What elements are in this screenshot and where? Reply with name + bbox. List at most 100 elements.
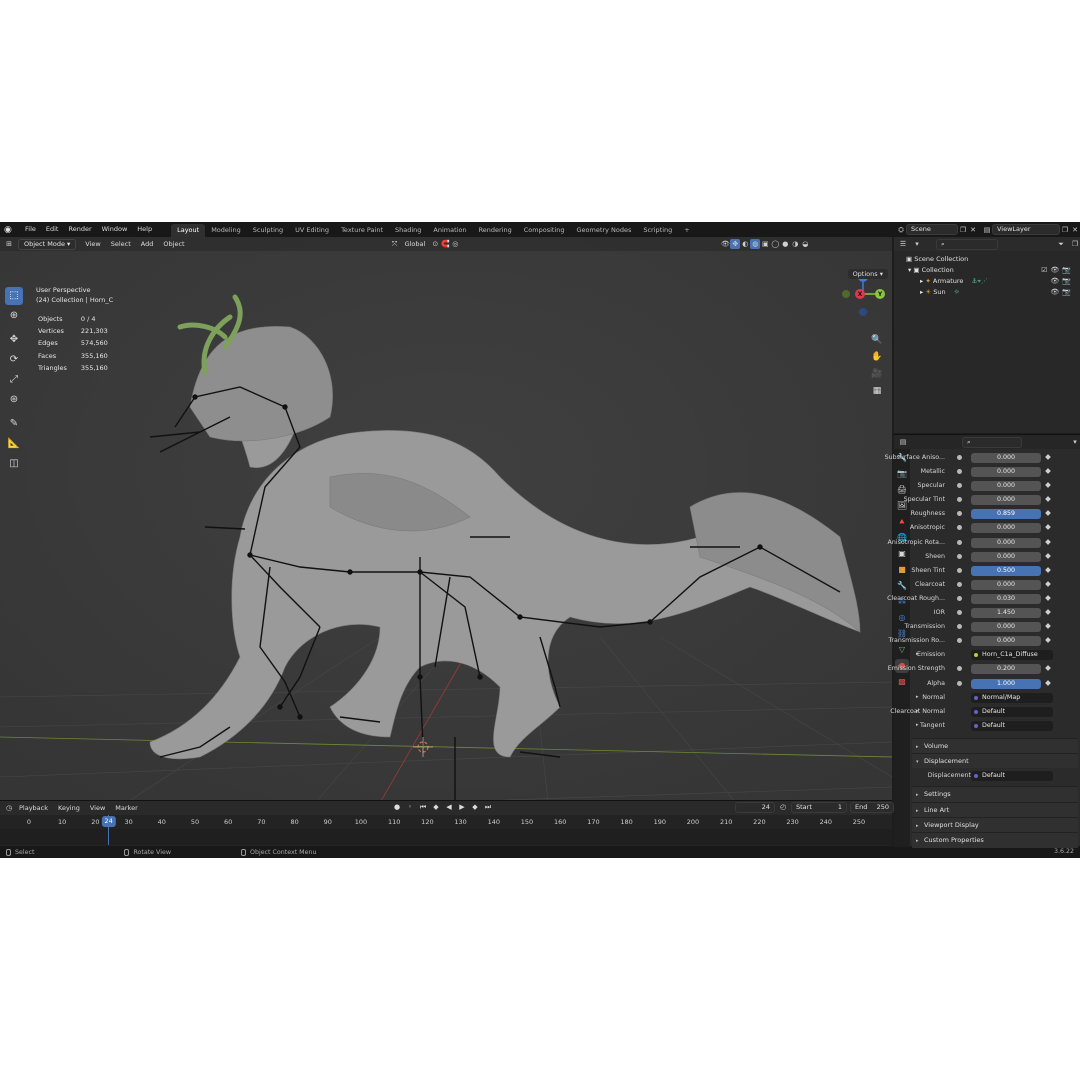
auto-key-icon[interactable]: ◦ bbox=[405, 802, 415, 813]
scene-name-field[interactable]: Scene bbox=[906, 224, 958, 235]
orientation-select[interactable]: Global bbox=[400, 237, 431, 251]
panel-custom-properties[interactable]: ▸ Custom Properties bbox=[912, 832, 1078, 848]
socket-dot-icon[interactable] bbox=[957, 666, 962, 672]
clock-icon[interactable]: ◴ bbox=[778, 802, 788, 812]
tab-scripting[interactable]: Scripting bbox=[637, 224, 678, 237]
prev-key-icon[interactable]: ◆ bbox=[431, 802, 441, 813]
property-value-field[interactable]: 0.030 bbox=[971, 593, 1041, 604]
measure-tool-icon[interactable]: 📐 bbox=[5, 435, 23, 453]
transform-orientation-icon[interactable]: ⤧ bbox=[390, 239, 400, 249]
property-value-field[interactable]: Horn_C1a_Diffuse bbox=[971, 650, 1053, 661]
panel-settings[interactable]: ▸ Settings bbox=[912, 786, 1078, 802]
properties-options-icon[interactable]: ▾ bbox=[1070, 437, 1080, 447]
keyframe-icon[interactable] bbox=[1045, 538, 1051, 545]
property-value-field[interactable]: 0.000 bbox=[971, 636, 1041, 647]
socket-dot-icon[interactable] bbox=[957, 525, 962, 531]
property-value-field[interactable]: 0.500 bbox=[971, 565, 1041, 576]
panel-displacement[interactable]: ▾ Displacement bbox=[912, 753, 1078, 769]
socket-dot-icon[interactable] bbox=[957, 497, 962, 503]
vp-menu-object[interactable]: Object bbox=[158, 237, 189, 251]
options-button[interactable]: Options ▾ bbox=[847, 269, 888, 279]
proportional-edit-icon[interactable]: ◎ bbox=[450, 239, 460, 249]
menu-render[interactable]: Render bbox=[63, 222, 96, 237]
properties-editor[interactable]: ▤ ⌕ ▾ 🔧 📷 🖨 🖼 🔺 🌐 ▣ ■ 🔧 ⁂ ◎ ⛓ ▽ ● ▩ Subs… bbox=[885, 434, 1080, 848]
close-scene-icon[interactable]: ✕ bbox=[968, 225, 978, 235]
gizmo-toggle-icon[interactable]: ✥ bbox=[730, 239, 741, 249]
output-tab-icon[interactable]: 🖨 bbox=[895, 483, 909, 497]
modifier-tab-icon[interactable]: 🔧 bbox=[895, 579, 909, 593]
tab-rendering[interactable]: Rendering bbox=[473, 224, 518, 237]
socket-dot-icon[interactable] bbox=[957, 539, 962, 545]
copy-layer-icon[interactable]: ❐ bbox=[1060, 225, 1070, 235]
outliner[interactable]: ☰ ▾ ⌕ ⏷ ❐ ▣ Scene Collection ▾ ▣ Collect… bbox=[894, 237, 1080, 433]
scene-collection-row[interactable]: ▣ Scene Collection bbox=[894, 254, 1080, 265]
timeline-editor-icon[interactable]: ◷ bbox=[4, 803, 14, 813]
keyframe-icon[interactable] bbox=[1045, 482, 1051, 489]
keyframe-icon[interactable] bbox=[1045, 581, 1051, 587]
timeline-track[interactable] bbox=[0, 815, 892, 845]
property-value-field[interactable]: 0.200 bbox=[971, 664, 1041, 675]
property-value-field[interactable]: 0.000 bbox=[971, 453, 1041, 463]
panel-line-art[interactable]: ▸ Line Art bbox=[912, 801, 1078, 818]
rendered-shading-icon[interactable]: ◒ bbox=[800, 239, 810, 249]
property-value-field[interactable]: 0.000 bbox=[971, 579, 1041, 590]
socket-dot-icon[interactable] bbox=[957, 483, 962, 489]
property-value-field[interactable]: 0.000 bbox=[971, 481, 1041, 492]
vp-menu-select[interactable]: Select bbox=[106, 237, 136, 251]
copy-scene-icon[interactable]: ❐ bbox=[958, 225, 968, 235]
property-value-field[interactable]: Default bbox=[971, 720, 1053, 731]
record-icon[interactable]: ● bbox=[392, 802, 402, 813]
close-layer-icon[interactable]: ✕ bbox=[1070, 225, 1080, 235]
properties-editor-icon[interactable]: ▤ bbox=[898, 437, 908, 447]
play-icon[interactable]: ▶ bbox=[457, 802, 467, 813]
jump-end-icon[interactable]: ⏭ bbox=[483, 802, 493, 813]
socket-dot-icon[interactable] bbox=[957, 680, 962, 686]
property-value-field[interactable]: 0.000 bbox=[971, 551, 1041, 562]
keyframe-icon[interactable] bbox=[1045, 623, 1051, 629]
tab-uv-editing[interactable]: UV Editing bbox=[289, 224, 335, 237]
current-frame-field[interactable]: 24 bbox=[735, 802, 775, 813]
menu-window[interactable]: Window bbox=[97, 222, 133, 237]
expand-arrow-icon[interactable]: ▸ bbox=[920, 277, 923, 285]
select-tool-icon[interactable]: ⬚ bbox=[5, 287, 23, 305]
keyframe-icon[interactable] bbox=[1045, 552, 1051, 559]
property-value-field[interactable]: 0.000 bbox=[971, 622, 1041, 633]
tab-geometry-nodes[interactable]: Geometry Nodes bbox=[571, 224, 638, 237]
xray-icon[interactable]: ▣ bbox=[760, 239, 770, 249]
keyframe-icon[interactable] bbox=[1045, 637, 1051, 644]
property-value-field[interactable]: 0.000 bbox=[971, 467, 1041, 478]
object-tab-icon[interactable]: ■ bbox=[895, 563, 909, 577]
property-value-field[interactable]: 1.000 bbox=[971, 678, 1041, 689]
tl-menu-marker[interactable]: Marker bbox=[110, 801, 142, 815]
sun-visibility-icons[interactable]: 👁📷 bbox=[1050, 287, 1074, 298]
keyframe-icon[interactable] bbox=[1045, 665, 1051, 672]
properties-search-input[interactable]: ⌕ bbox=[962, 436, 1022, 448]
solid-shading-icon[interactable]: ● bbox=[780, 239, 790, 249]
next-key-icon[interactable]: ◆ bbox=[470, 802, 480, 813]
outliner-editor-icon[interactable]: ☰ bbox=[898, 239, 908, 249]
new-collection-icon[interactable]: ❐ bbox=[1070, 239, 1080, 249]
cursor-tool-icon[interactable]: ⊕ bbox=[5, 307, 23, 325]
expand-arrow-icon[interactable]: ▾ bbox=[908, 266, 911, 274]
keyframe-icon[interactable] bbox=[1045, 595, 1051, 601]
socket-dot-icon[interactable] bbox=[957, 638, 962, 644]
display-mode-icon[interactable]: ▾ bbox=[912, 239, 922, 249]
keyframe-icon[interactable] bbox=[1045, 609, 1051, 615]
expand-arrow-icon[interactable]: ▸ bbox=[916, 694, 919, 700]
scene-icon[interactable]: ⛭ bbox=[896, 225, 906, 235]
pan-hand-icon[interactable]: ✋ bbox=[870, 350, 884, 364]
start-frame-field[interactable]: Start 1 bbox=[791, 802, 847, 813]
socket-dot-icon[interactable] bbox=[957, 567, 962, 573]
displacement-field[interactable]: Default bbox=[971, 771, 1053, 782]
armature-visibility-icons[interactable]: 👁📷 bbox=[1050, 276, 1074, 287]
vp-menu-add[interactable]: Add bbox=[136, 237, 159, 251]
panel-viewport-display[interactable]: ▸ Viewport Display bbox=[912, 817, 1078, 833]
property-value-field[interactable]: Normal/Map bbox=[971, 692, 1053, 703]
transform-tool-icon[interactable]: ⊛ bbox=[5, 391, 23, 409]
keyframe-icon[interactable] bbox=[1045, 566, 1051, 573]
view-layer-field[interactable]: ViewLayer bbox=[992, 224, 1060, 235]
panel-volume[interactable]: ▸ Volume bbox=[912, 737, 1078, 754]
texture-tab-icon[interactable]: ▩ bbox=[895, 675, 909, 689]
overlay-toggle-icon[interactable]: ◍ bbox=[750, 239, 761, 249]
collection-row[interactable]: ▾ ▣ Collection ☑👁📷 bbox=[894, 265, 1080, 276]
